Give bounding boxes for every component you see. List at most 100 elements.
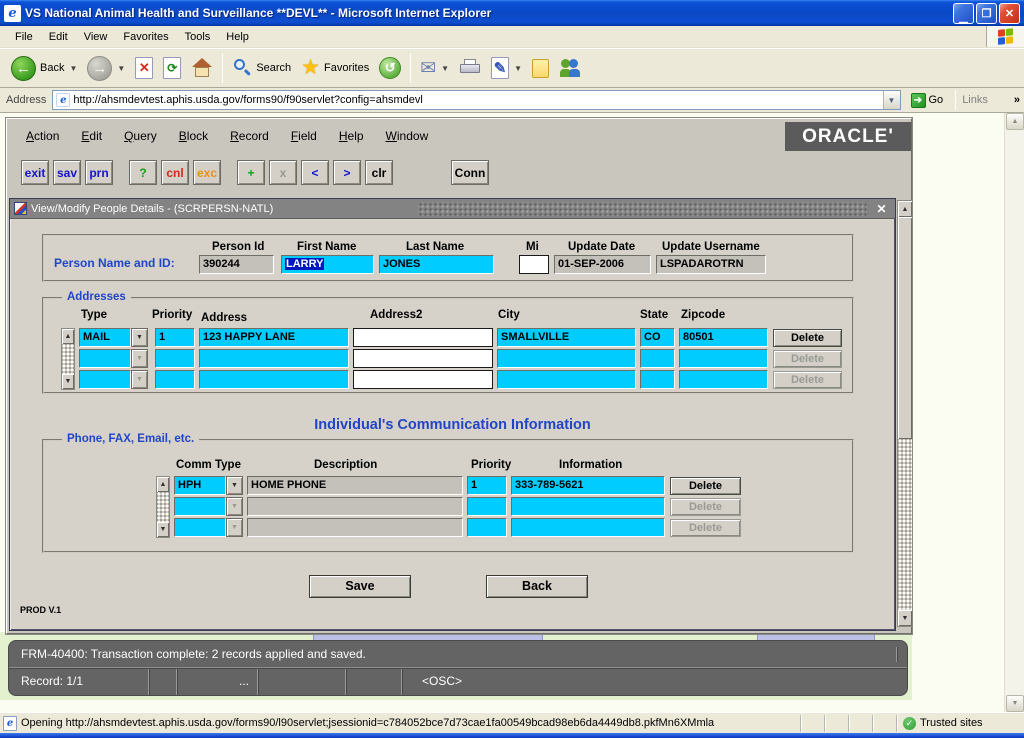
next-record-button[interactable]: >	[333, 160, 361, 185]
priority-field[interactable]	[155, 370, 195, 389]
conn-button[interactable]: Conn	[451, 160, 489, 185]
menu-file[interactable]: File	[8, 28, 40, 46]
scroll-track[interactable]	[62, 344, 74, 374]
menu-view[interactable]: View	[77, 28, 115, 46]
refresh-button[interactable]: ⟳	[158, 55, 186, 81]
cancel-toolbar-button[interactable]: cnl	[161, 160, 189, 185]
close-button[interactable]: ✕	[999, 3, 1020, 24]
state-field[interactable]	[640, 370, 675, 389]
zipcode-field[interactable]	[679, 349, 768, 368]
print-button[interactable]	[454, 57, 486, 79]
priority-field[interactable]: 1	[155, 328, 195, 347]
comm-priority-field[interactable]	[467, 518, 507, 537]
scroll-thumb[interactable]	[898, 217, 912, 439]
communication-scrollbar[interactable]: ▲ ▼	[156, 476, 170, 538]
comm-priority-field[interactable]	[467, 497, 507, 516]
city-field[interactable]	[497, 349, 636, 368]
city-field[interactable]	[497, 370, 636, 389]
scroll-track[interactable]	[157, 492, 169, 522]
address-field[interactable]: 123 HAPPY LANE	[199, 328, 349, 347]
comm-type-field[interactable]	[174, 518, 226, 537]
scroll-up-icon[interactable]: ▲	[898, 201, 912, 217]
state-field[interactable]: CO	[640, 328, 675, 347]
home-button[interactable]	[186, 56, 218, 80]
save-button[interactable]: Save	[309, 575, 411, 598]
back-button[interactable]: ← Back ▼	[6, 54, 82, 83]
menu-edit[interactable]: Edit	[42, 28, 75, 46]
delete-address-button[interactable]: Delete	[773, 329, 842, 347]
city-field[interactable]: SMALLVILLE	[497, 328, 636, 347]
type-dropdown-button[interactable]: ▼	[131, 328, 148, 347]
messenger-button[interactable]	[554, 56, 586, 80]
save-toolbar-button[interactable]: sav	[53, 160, 81, 185]
stop-button[interactable]: ✕	[130, 55, 158, 81]
links-chevron-icon[interactable]: »	[1014, 94, 1020, 106]
oracle-menu-record[interactable]: Record	[221, 127, 278, 145]
discuss-button[interactable]	[527, 57, 554, 80]
scroll-up-icon[interactable]: ▲	[1006, 113, 1024, 130]
comm-type-dropdown-button[interactable]: ▼	[226, 476, 243, 495]
mdi-vertical-scrollbar[interactable]: ▲ ▼	[897, 200, 913, 627]
scroll-up-icon[interactable]: ▲	[157, 477, 169, 492]
state-field[interactable]	[640, 349, 675, 368]
mail-dropdown-icon[interactable]: ▼	[441, 64, 449, 73]
type-field[interactable]	[79, 370, 131, 389]
clear-toolbar-button[interactable]: clr	[365, 160, 393, 185]
search-button[interactable]: Search	[227, 56, 296, 80]
go-button[interactable]: ➔ Go	[905, 92, 950, 109]
form-titlebar[interactable]: View/Modify People Details - (SCRPERSN-N…	[10, 199, 895, 219]
information-field[interactable]: 333-789-5621	[511, 476, 665, 495]
oracle-menu-edit[interactable]: Edit	[72, 127, 111, 145]
oracle-menu-action[interactable]: Action	[17, 127, 68, 145]
scroll-down-icon[interactable]: ▼	[1006, 695, 1024, 712]
address-dropdown-icon[interactable]: ▼	[883, 91, 900, 109]
scroll-up-icon[interactable]: ▲	[62, 329, 74, 344]
delete-communication-button[interactable]: Delete	[670, 477, 741, 495]
comm-priority-field[interactable]: 1	[467, 476, 507, 495]
previous-record-button[interactable]: <	[301, 160, 329, 185]
address2-field[interactable]	[353, 370, 493, 389]
delete-record-button[interactable]: x	[269, 160, 297, 185]
first-name-field[interactable]: LARRY	[281, 255, 374, 274]
form-close-icon[interactable]: ✕	[874, 201, 889, 216]
back-dropdown-icon[interactable]: ▼	[69, 64, 77, 73]
mail-button[interactable]: ✉ ▼	[415, 55, 454, 82]
comm-type-field[interactable]: HPH	[174, 476, 226, 495]
oracle-menu-window[interactable]: Window	[377, 127, 438, 145]
favorites-button[interactable]: ★ Favorites	[296, 56, 374, 80]
minimize-button[interactable]: ▁	[953, 3, 974, 24]
edit-dropdown-icon[interactable]: ▼	[514, 64, 522, 73]
menu-tools[interactable]: Tools	[178, 28, 218, 46]
information-field[interactable]	[511, 497, 665, 516]
type-field[interactable]	[79, 349, 131, 368]
scroll-down-icon[interactable]: ▼	[898, 610, 912, 626]
oracle-menu-field[interactable]: Field	[282, 127, 326, 145]
address2-field[interactable]	[353, 349, 493, 368]
print-toolbar-button[interactable]: prn	[85, 160, 113, 185]
history-button[interactable]: ↺	[374, 55, 406, 81]
scroll-down-icon[interactable]: ▼	[157, 522, 169, 537]
zipcode-field[interactable]	[679, 370, 768, 389]
edit-button[interactable]: ✎ ▼	[486, 55, 527, 81]
exit-button[interactable]: exit	[21, 160, 49, 185]
scroll-down-icon[interactable]: ▼	[62, 374, 74, 389]
address2-field[interactable]	[353, 328, 493, 347]
address-field[interactable]	[199, 370, 349, 389]
oracle-menu-query[interactable]: Query	[115, 127, 166, 145]
type-field[interactable]: MAIL	[79, 328, 131, 347]
zipcode-field[interactable]: 80501	[679, 328, 768, 347]
insert-record-button[interactable]: +	[237, 160, 265, 185]
last-name-field[interactable]: JONES	[379, 255, 494, 274]
address-input[interactable]	[73, 94, 882, 106]
help-toolbar-button[interactable]: ?	[129, 160, 157, 185]
addresses-scrollbar[interactable]: ▲ ▼	[61, 328, 75, 390]
priority-field[interactable]	[155, 349, 195, 368]
menu-help[interactable]: Help	[219, 28, 256, 46]
menu-favorites[interactable]: Favorites	[116, 28, 175, 46]
restore-button[interactable]: ❐	[976, 3, 997, 24]
scroll-track[interactable]	[898, 439, 912, 610]
oracle-menu-block[interactable]: Block	[170, 127, 217, 145]
mi-field[interactable]	[519, 255, 549, 274]
browser-vertical-scrollbar[interactable]: ▲ ▼	[1004, 113, 1024, 712]
forward-dropdown-icon[interactable]: ▼	[117, 64, 125, 73]
